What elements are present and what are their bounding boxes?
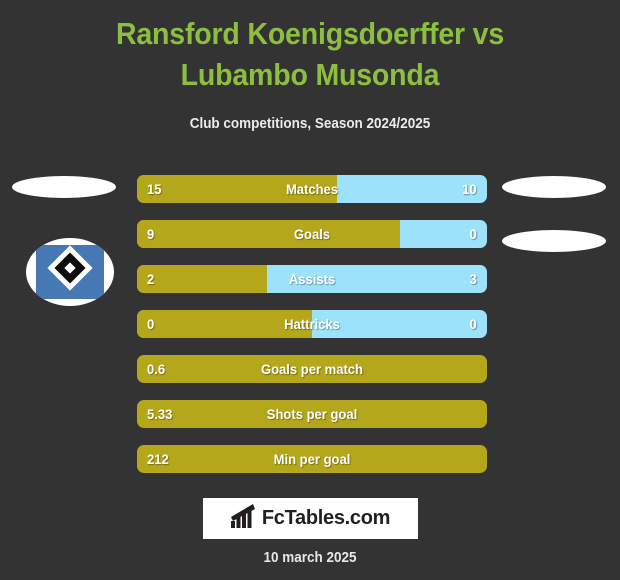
- stat-bar-label: Goals per match: [260, 361, 364, 377]
- stat-comparison-page: Ransford Koenigsdoerffer vs Lubambo Muso…: [0, 0, 620, 580]
- stat-bar-row: 5.33 Shots per goal: [137, 400, 487, 428]
- fctables-logo-text: FcTables.com: [261, 507, 391, 529]
- stat-bar-row: 15 Matches 10: [137, 175, 487, 203]
- player-photo-placeholder-right: [502, 176, 606, 198]
- player-photo-placeholder-left: [12, 176, 116, 198]
- stat-bars-list: 15 Matches 10 9 Goals 0 2 Assists 3 0 Hattricks 0 0.…: [137, 175, 487, 490]
- stat-bar-row: 2 Assists 3: [137, 265, 487, 293]
- page-title: Ransford Koenigsdoerffer vs Lubambo Muso…: [115, 16, 505, 92]
- page-subtitle: Club competitions, Season 2024/2025: [189, 115, 431, 132]
- stat-bar-row: 212 Min per goal: [137, 445, 487, 473]
- header: Ransford Koenigsdoerffer vs Lubambo Muso…: [0, 0, 620, 132]
- stat-bar-row: 0 Hattricks 0: [137, 310, 487, 338]
- stat-bar-right-value: 0: [469, 316, 477, 332]
- stat-bar-label: Hattricks: [284, 316, 340, 332]
- fctables-logo[interactable]: FcTables.com: [203, 498, 418, 539]
- stat-bar-right-value: 3: [469, 271, 477, 287]
- stat-bar-right-value: 0: [469, 226, 477, 242]
- bar-chart-icon: [230, 504, 257, 533]
- stat-bar-right-value: 10: [462, 181, 477, 197]
- stat-bar-label: Goals: [293, 226, 331, 242]
- stat-bar-label: Matches: [285, 181, 339, 197]
- stat-bar-row: 0.6 Goals per match: [137, 355, 487, 383]
- stat-bar-label: Assists: [288, 271, 336, 287]
- footer-date: 10 march 2025: [263, 550, 357, 566]
- stat-bar-row: 9 Goals 0: [137, 220, 487, 248]
- stat-bar-label: Shots per goal: [266, 406, 358, 422]
- club-crest-placeholder-right: [502, 230, 606, 252]
- hamburger-sv-crest-icon: [26, 238, 114, 306]
- stat-bar-label: Min per goal: [273, 451, 351, 467]
